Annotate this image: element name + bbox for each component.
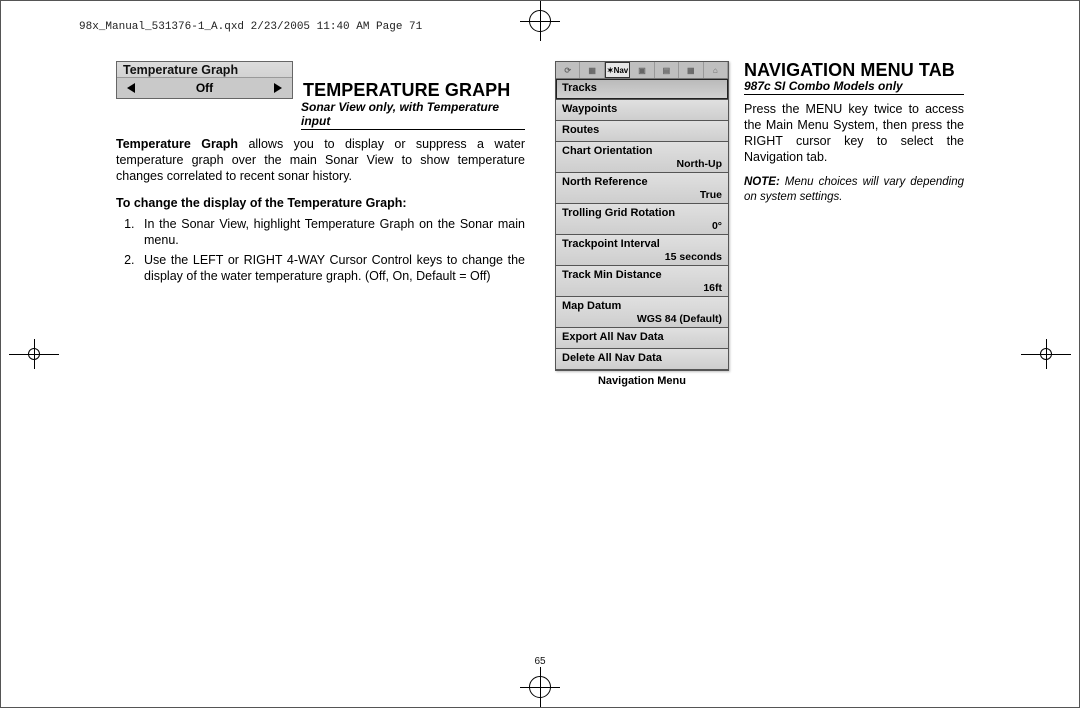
device-row-label: Tracks xyxy=(562,82,597,94)
device-row-value: True xyxy=(562,188,722,201)
note-label: NOTE: xyxy=(744,176,780,188)
widget-value: Off xyxy=(196,81,213,95)
device-tab[interactable]: ⌂ xyxy=(704,62,728,78)
device-row-label: Export All Nav Data xyxy=(562,331,664,343)
widget-value-row[interactable]: Off xyxy=(117,77,292,98)
arrow-right-icon[interactable] xyxy=(274,83,282,93)
step-2: Use the LEFT or RIGHT 4-WAY Cursor Contr… xyxy=(138,252,525,284)
device-menu-row[interactable]: Map DatumWGS 84 (Default) xyxy=(556,297,728,328)
left-column: Temperature Graph Off TEMPERATURE GRAPH … xyxy=(116,61,525,647)
widget-title: Temperature Graph xyxy=(117,62,292,77)
temperature-graph-widget: Temperature Graph Off xyxy=(116,61,293,99)
device-row-value: 16ft xyxy=(562,281,722,294)
device-row-label: Waypoints xyxy=(562,103,617,115)
device-row-value: North-Up xyxy=(562,157,722,170)
side-mark-left xyxy=(9,339,59,369)
device-tab[interactable]: ▦ xyxy=(679,62,703,78)
howto-steps: In the Sonar View, highlight Temperature… xyxy=(138,216,525,284)
device-tab-bar: ⟳▦✶Nav▣▤▦⌂ xyxy=(556,62,728,79)
device-tab[interactable]: ▤ xyxy=(655,62,679,78)
device-row-value: 0° xyxy=(562,219,722,232)
device-row-label: Trolling Grid Rotation xyxy=(562,207,675,219)
device-menu-row[interactable]: Export All Nav Data xyxy=(556,328,728,349)
section-subtitle-temperature: Sonar View only, with Temperature input xyxy=(301,100,525,130)
device-row-label: North Reference xyxy=(562,176,648,188)
device-tab[interactable]: ✶Nav xyxy=(605,62,630,78)
device-row-value: 15 seconds xyxy=(562,250,722,263)
device-row-label: Delete All Nav Data xyxy=(562,352,662,364)
crop-mark-top xyxy=(520,1,560,41)
page-number: 65 xyxy=(534,656,545,667)
navigation-menu-device: ⟳▦✶Nav▣▤▦⌂ TracksWaypointsRoutesChart Or… xyxy=(555,61,729,371)
print-job-header: 98x_Manual_531376-1_A.qxd 2/23/2005 11:4… xyxy=(79,21,422,33)
device-tab[interactable]: ⟳ xyxy=(556,62,580,78)
howto-heading: To change the display of the Temperature… xyxy=(116,196,525,210)
device-menu-row[interactable]: Track Min Distance16ft xyxy=(556,266,728,297)
device-tab[interactable]: ▣ xyxy=(630,62,654,78)
device-row-label: Track Min Distance xyxy=(562,269,662,281)
device-caption: Navigation Menu xyxy=(555,375,729,387)
crop-mark-bottom xyxy=(520,667,560,707)
right-column: ⟳▦✶Nav▣▤▦⌂ TracksWaypointsRoutesChart Or… xyxy=(555,61,964,647)
device-menu-row[interactable]: Chart OrientationNorth-Up xyxy=(556,142,728,173)
step-1: In the Sonar View, highlight Temperature… xyxy=(138,216,525,248)
intro-paragraph: Temperature Graph allows you to display … xyxy=(116,136,525,184)
arrow-left-icon[interactable] xyxy=(127,83,135,93)
section-title-navmenu: NAVIGATION MENU TAB xyxy=(744,61,964,79)
side-mark-right xyxy=(1021,339,1071,369)
navmenu-note: NOTE: Menu choices will vary depending o… xyxy=(744,175,964,205)
device-row-label: Chart Orientation xyxy=(562,145,652,157)
device-row-value: WGS 84 (Default) xyxy=(562,312,722,325)
intro-bold: Temperature Graph xyxy=(116,137,238,151)
device-tab[interactable]: ▦ xyxy=(580,62,604,78)
device-menu-row[interactable]: Delete All Nav Data xyxy=(556,349,728,370)
device-menu-row[interactable]: Waypoints xyxy=(556,100,728,121)
device-row-label: Routes xyxy=(562,124,599,136)
device-menu-row[interactable]: Tracks xyxy=(556,79,728,100)
device-row-label: Trackpoint Interval xyxy=(562,238,660,250)
device-menu-row[interactable]: Routes xyxy=(556,121,728,142)
device-menu-row[interactable]: Trackpoint Interval15 seconds xyxy=(556,235,728,266)
device-menu-row[interactable]: North ReferenceTrue xyxy=(556,173,728,204)
navmenu-intro: Press the MENU key twice to access the M… xyxy=(744,101,964,165)
manual-page: 98x_Manual_531376-1_A.qxd 2/23/2005 11:4… xyxy=(0,0,1080,708)
section-title-temperature: TEMPERATURE GRAPH xyxy=(303,81,510,99)
device-menu-row[interactable]: Trolling Grid Rotation0° xyxy=(556,204,728,235)
section-subtitle-navmenu: 987c SI Combo Models only xyxy=(744,79,964,95)
device-row-label: Map Datum xyxy=(562,300,621,312)
